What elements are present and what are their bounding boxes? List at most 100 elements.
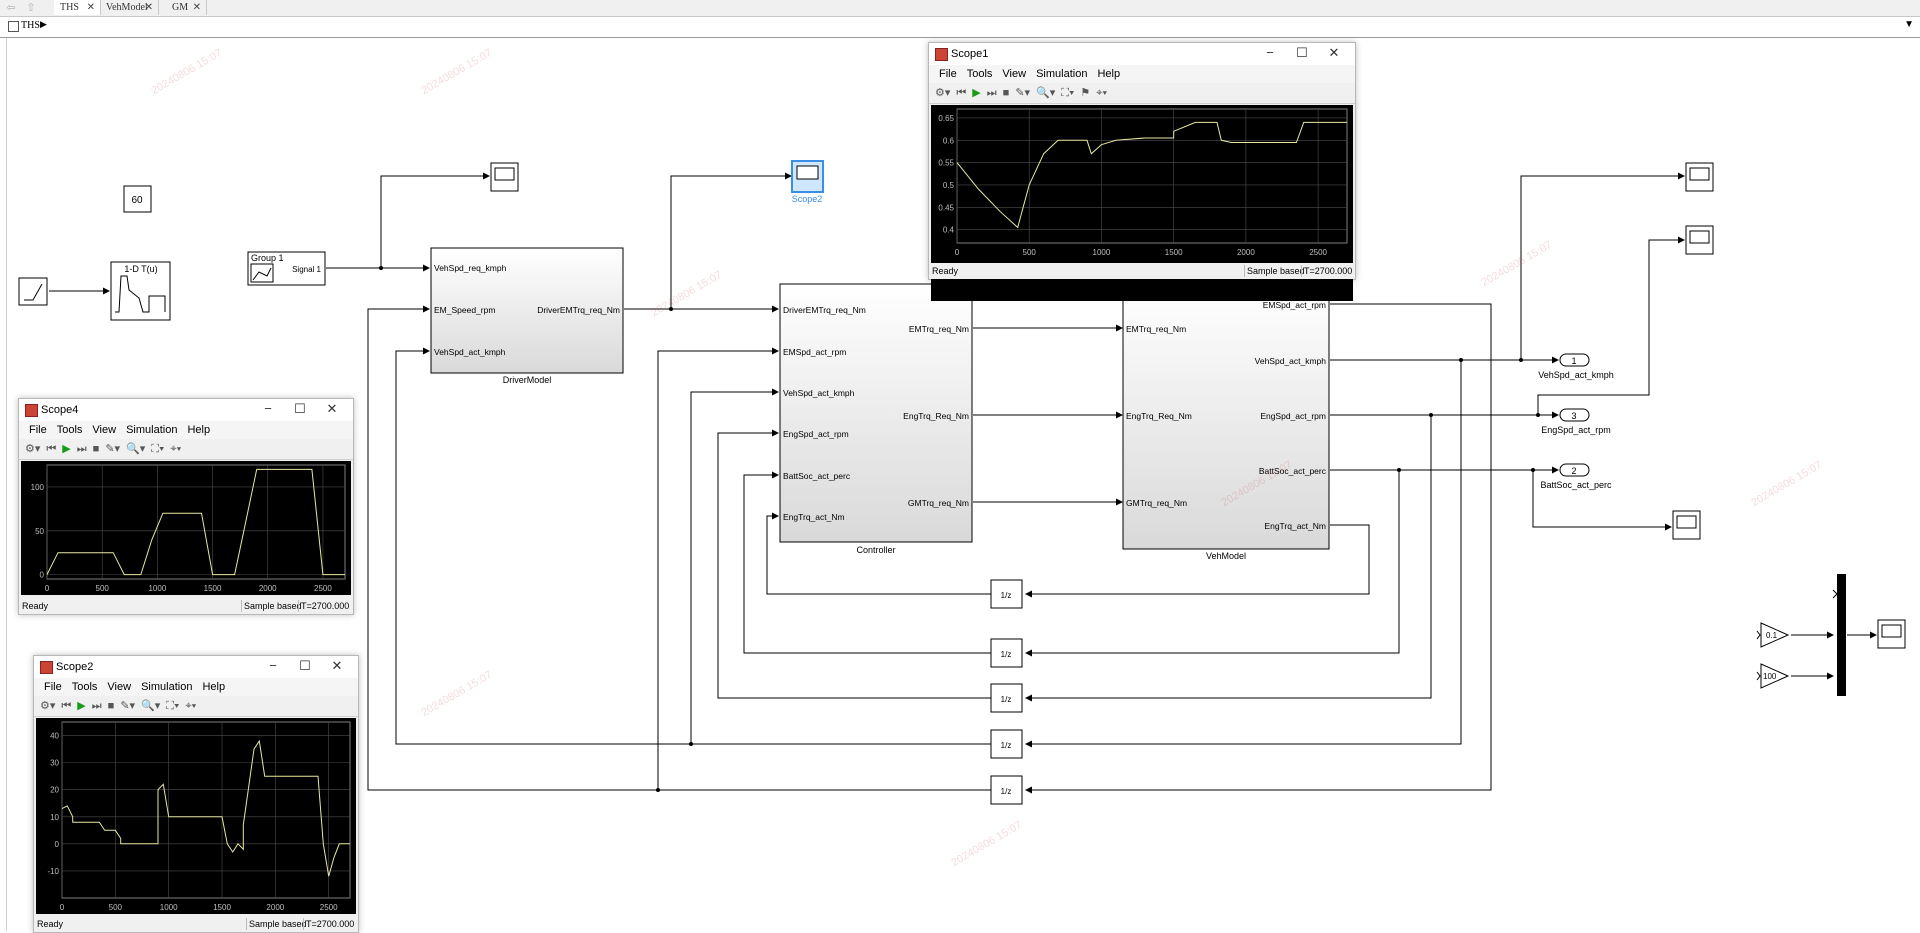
zoom-icon[interactable]: 🔍▾ [1036,83,1055,103]
highlight-icon[interactable]: ✎▾ [1015,83,1030,103]
scope4-title-bar[interactable]: Scope4 − ☐ ✕ [19,399,353,421]
autoscale-icon[interactable]: ⛶▾ [166,696,179,716]
menu-simulation[interactable]: Simulation [126,421,177,439]
zoom-icon[interactable]: 🔍▾ [126,439,145,459]
x-tick-label: 1500 [204,584,222,593]
close-icon[interactable]: ✕ [145,0,153,15]
step-back-icon[interactable]: ⏮ [61,696,71,716]
stop-icon[interactable]: ■ [1003,83,1010,103]
constant-block[interactable]: 60 [123,185,152,213]
unit-delay-label: 1/z [1001,741,1012,750]
menu-view[interactable]: View [92,421,116,439]
maximize-icon[interactable]: ☐ [290,658,320,674]
step-forward-icon[interactable]: ⏭ [92,696,102,716]
settings-icon[interactable]: ⚙▾ [935,83,950,103]
vehmodel-output-label: EMSpd_act_rpm [1263,300,1326,310]
menu-tools[interactable]: Tools [57,421,83,439]
outport-battsoc[interactable]: 2 [1559,463,1590,477]
menu-file[interactable]: File [44,678,62,696]
menu-view[interactable]: View [1002,65,1026,83]
veh-model-block[interactable]: EMTrq_req_Nm EngTrq_Req_Nm GMTrq_req_Nm … [1122,283,1330,550]
menu-file[interactable]: File [939,65,957,83]
scope-block[interactable] [1685,162,1714,192]
run-icon[interactable]: ▶ [972,83,980,103]
breadcrumb-item[interactable]: THS [21,20,40,31]
menu-tools[interactable]: Tools [967,65,993,83]
controller-output-label: EngTrq_Req_Nm [903,411,969,421]
step-forward-icon[interactable]: ⏭ [987,83,997,103]
controller-block[interactable]: DriverEMTrq_req_Nm EMSpd_act_rpm VehSpd_… [779,283,973,543]
step-back-icon[interactable]: ⏮ [956,83,966,103]
maximize-icon[interactable]: ☐ [285,401,315,417]
close-icon[interactable]: ✕ [87,0,95,15]
tab-gm[interactable]: GM ✕ [166,0,207,15]
up-icon[interactable]: ⇧ [22,1,40,15]
unit-delay-block[interactable]: 1/z [990,775,1023,805]
menu-file[interactable]: File [29,421,47,439]
scope-block[interactable] [1685,225,1714,255]
chevron-down-icon[interactable]: ▼ [1904,19,1914,30]
step-forward-icon[interactable]: ⏭ [77,439,87,459]
maximize-icon[interactable]: ☐ [1287,45,1317,61]
settings-icon[interactable]: ⚙▾ [25,439,40,459]
model-tab-bar: ⇦ ⇧ THS ✕ VehModel ✕ GM ✕ [0,0,1920,17]
minimize-icon[interactable]: − [258,658,288,673]
triggers-icon[interactable]: ⚑ [1080,83,1090,103]
highlight-icon[interactable]: ✎▾ [120,696,135,716]
close-icon[interactable]: ✕ [317,401,347,417]
tab-vehmodel[interactable]: VehModel ✕ [100,0,159,15]
stop-icon[interactable]: ■ [108,696,115,716]
gain-block[interactable]: 100 [1760,663,1790,689]
breadcrumb-arrow-icon: ▶ [40,19,47,29]
scope1-title-bar[interactable]: Scope1 − ☐ ✕ [929,43,1355,65]
run-icon[interactable]: ▶ [62,439,70,459]
unit-delay-block[interactable]: 1/z [990,729,1023,759]
minimize-icon[interactable]: − [253,401,283,416]
zoom-icon[interactable]: 🔍▾ [141,696,160,716]
step-back-icon[interactable]: ⏮ [46,439,56,459]
cursor-icon[interactable]: ⌖▾ [185,696,196,716]
menu-view[interactable]: View [107,678,131,696]
menu-help[interactable]: Help [202,678,225,696]
menu-simulation[interactable]: Simulation [1036,65,1087,83]
cursor-icon[interactable]: ⌖▾ [1096,83,1107,103]
autoscale-icon[interactable]: ⛶▾ [151,439,164,459]
unit-delay-block[interactable]: 1/z [990,579,1023,609]
ramp-block[interactable] [18,277,48,306]
back-icon[interactable]: ⇦ [2,1,20,15]
settings-icon[interactable]: ⚙▾ [40,696,55,716]
scope-block[interactable] [1672,510,1701,540]
scope2-title-bar[interactable]: Scope2 − ☐ ✕ [34,656,358,678]
autoscale-icon[interactable]: ⛶▾ [1061,83,1074,103]
scope2-block[interactable] [791,160,824,193]
menu-simulation[interactable]: Simulation [141,678,192,696]
outport-vehspd[interactable]: 1 [1559,353,1590,367]
lookup-table-block[interactable]: 1-D T(u) [110,261,171,321]
scope2-window[interactable]: Scope2 − ☐ ✕ File Tools View Simulation Help… [33,655,359,933]
scope1-window[interactable]: Scope1 − ☐ ✕ File Tools View Simulation Help… [928,42,1356,301]
menu-help[interactable]: Help [187,421,210,439]
unit-delay-block[interactable]: 1/z [990,638,1023,668]
run-icon[interactable]: ▶ [77,696,85,716]
scope-block[interactable] [1877,619,1906,649]
close-icon[interactable]: ✕ [193,0,201,15]
close-icon[interactable]: ✕ [1319,45,1349,61]
menu-help[interactable]: Help [1097,65,1120,83]
tab-ths[interactable]: THS ✕ [54,0,101,15]
gain-block[interactable]: 0.1 [1760,622,1790,648]
unit-delay-block[interactable]: 1/z [990,683,1023,713]
minimize-icon[interactable]: − [1255,45,1285,60]
close-icon[interactable]: ✕ [322,658,352,674]
outport-engspd[interactable]: 3 [1559,408,1590,422]
menu-tools[interactable]: Tools [72,678,98,696]
scope-block[interactable] [490,162,519,192]
mux-block[interactable] [1837,574,1846,696]
driver-model-block[interactable]: VehSpd_req_kmph EM_Speed_rpm VehSpd_act_… [430,247,624,374]
stop-icon[interactable]: ■ [93,439,100,459]
highlight-icon[interactable]: ✎▾ [105,439,120,459]
signal-builder-block[interactable]: Group 1 Signal 1 [247,251,326,286]
scope2-plot[interactable]: 0 500 1000 1500 2000 2500 -10 0 10 20 30 40 [36,718,356,914]
scope4-plot[interactable]: 0 500 1000 1500 2000 2500 0 50 100 [21,461,351,595]
scope4-window[interactable]: Scope4 − ☐ ✕ File Tools View Simulation Help… [18,398,354,615]
cursor-icon[interactable]: ⌖▾ [170,439,181,459]
